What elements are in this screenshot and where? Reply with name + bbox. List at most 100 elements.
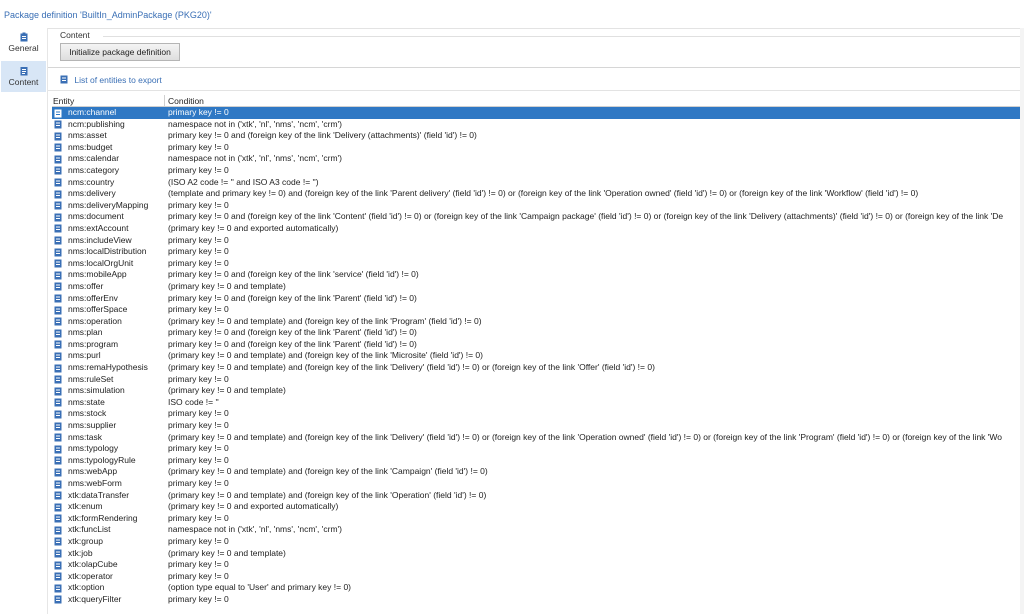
table-row[interactable]: nms:localDistribution primary key != 0 bbox=[52, 246, 1024, 258]
entity-cell: nms:operation bbox=[68, 315, 122, 326]
schema-icon bbox=[54, 271, 62, 280]
table-row[interactable]: nms:offer (primary key != 0 and template) bbox=[52, 281, 1024, 293]
condition-cell: primary key != 0 and (foreign key of the… bbox=[168, 292, 417, 303]
table-row[interactable]: nms:document primary key != 0 and (foreig… bbox=[52, 211, 1024, 223]
table-row[interactable]: nms:deliveryMapping primary key != 0 bbox=[52, 200, 1024, 212]
schema-icon bbox=[54, 422, 62, 431]
window-title: Package definition 'BuiltIn_AdminPackage… bbox=[4, 10, 212, 20]
table-row[interactable]: nms:purl (primary key != 0 and template) … bbox=[52, 350, 1024, 362]
sidebar-item-content[interactable]: Content bbox=[1, 61, 46, 92]
table-row[interactable]: ncm:channel primary key != 0 bbox=[52, 107, 1024, 119]
table-row[interactable]: nms:typologyRule primary key != 0 bbox=[52, 455, 1024, 467]
sidebar-item-label: Content bbox=[8, 77, 39, 87]
divider bbox=[103, 36, 1024, 37]
grid-rows: ncm:channel primary key != 0 ncm:publishin… bbox=[52, 107, 1024, 606]
schema-icon bbox=[54, 503, 62, 512]
condition-cell: (primary key != 0 and exported automatic… bbox=[168, 501, 339, 512]
table-row[interactable]: nms:ruleSet primary key != 0 bbox=[52, 374, 1024, 386]
entity-cell: nms:document bbox=[68, 211, 124, 222]
table-row[interactable]: nms:includeView primary key != 0 bbox=[52, 235, 1024, 247]
schema-icon bbox=[54, 561, 62, 570]
entity-cell: nms:program bbox=[68, 338, 119, 349]
condition-cell: primary key != 0 bbox=[168, 593, 229, 604]
entity-cell: xtk:dataTransfer bbox=[68, 489, 130, 500]
table-row[interactable]: nms:program primary key != 0 and (foreign… bbox=[52, 339, 1024, 351]
table-row[interactable]: nms:typology primary key != 0 bbox=[52, 443, 1024, 455]
table-row[interactable]: nms:state ISO code != '' bbox=[52, 397, 1024, 409]
schema-icon bbox=[54, 259, 62, 268]
table-row[interactable]: nms:remaHypothesis (primary key != 0 and … bbox=[52, 362, 1024, 374]
table-row[interactable]: nms:offerEnv primary key != 0 and (foreig… bbox=[52, 293, 1024, 305]
entity-cell: nms:purl bbox=[68, 350, 101, 361]
condition-cell: primary key != 0 bbox=[168, 373, 229, 384]
table-row[interactable]: nms:delivery (template and primary key !=… bbox=[52, 188, 1024, 200]
table-row[interactable]: xtk:queryFilter primary key != 0 bbox=[52, 594, 1024, 606]
table-row[interactable]: nms:category primary key != 0 bbox=[52, 165, 1024, 177]
table-row[interactable]: xtk:operator primary key != 0 bbox=[52, 571, 1024, 583]
table-row[interactable]: nms:budget primary key != 0 bbox=[52, 142, 1024, 154]
document-icon bbox=[20, 67, 27, 76]
table-row[interactable]: xtk:option (option type equal to 'User' a… bbox=[52, 582, 1024, 594]
table-row[interactable]: xtk:group primary key != 0 bbox=[52, 536, 1024, 548]
condition-cell: namespace not in ('xtk', 'nl', 'nms', 'n… bbox=[168, 153, 342, 164]
schema-icon bbox=[54, 537, 62, 546]
list-entities-link[interactable]: List of entities to export bbox=[60, 75, 162, 85]
schema-icon bbox=[54, 190, 62, 199]
entity-cell: nms:localOrgUnit bbox=[68, 257, 134, 268]
table-row[interactable]: nms:plan primary key != 0 and (foreign ke… bbox=[52, 327, 1024, 339]
schema-icon bbox=[54, 306, 62, 315]
condition-cell: (primary key != 0 and template) and (for… bbox=[168, 466, 488, 477]
table-row[interactable]: xtk:enum (primary key != 0 and exported a… bbox=[52, 501, 1024, 513]
table-row[interactable]: nms:localOrgUnit primary key != 0 bbox=[52, 258, 1024, 270]
schema-icon bbox=[54, 352, 62, 361]
schema-icon bbox=[54, 549, 62, 558]
condition-cell: (template and primary key != 0) and (for… bbox=[168, 188, 919, 199]
table-row[interactable]: xtk:olapCube primary key != 0 bbox=[52, 559, 1024, 571]
entity-cell: xtk:formRendering bbox=[68, 512, 138, 523]
divider bbox=[48, 90, 1024, 91]
column-header-condition[interactable]: Condition bbox=[168, 96, 204, 106]
column-header-entity[interactable]: Entity bbox=[53, 96, 74, 106]
list-entities-label: List of entities to export bbox=[74, 75, 162, 85]
column-separator[interactable] bbox=[164, 95, 165, 106]
table-row[interactable]: nms:asset primary key != 0 and (foreign k… bbox=[52, 130, 1024, 142]
schema-icon bbox=[54, 201, 62, 210]
vertical-scrollbar[interactable] bbox=[1020, 28, 1024, 614]
schema-icon bbox=[54, 248, 62, 257]
condition-cell: primary key != 0 bbox=[168, 570, 229, 581]
condition-cell: primary key != 0 bbox=[168, 107, 229, 117]
schema-icon bbox=[54, 178, 62, 187]
table-row[interactable]: xtk:formRendering primary key != 0 bbox=[52, 513, 1024, 525]
condition-cell: (primary key != 0 and template) bbox=[168, 385, 286, 396]
entity-cell: nms:offerSpace bbox=[68, 304, 128, 315]
condition-cell: primary key != 0 bbox=[168, 408, 229, 419]
table-row[interactable]: nms:stock primary key != 0 bbox=[52, 408, 1024, 420]
entity-cell: nms:deliveryMapping bbox=[68, 199, 149, 210]
entity-cell: nms:offerEnv bbox=[68, 292, 118, 303]
table-row[interactable]: nms:country (ISO A2 code != '' and ISO A3… bbox=[52, 177, 1024, 189]
entity-cell: nms:country bbox=[68, 176, 115, 187]
schema-icon bbox=[54, 526, 62, 535]
table-row[interactable]: nms:webForm primary key != 0 bbox=[52, 478, 1024, 490]
table-row[interactable]: nms:webApp (primary key != 0 and template… bbox=[52, 466, 1024, 478]
schema-icon bbox=[54, 480, 62, 488]
table-row[interactable]: ncm:publishing namespace not in ('xtk', '… bbox=[52, 119, 1024, 131]
table-row[interactable]: nms:offerSpace primary key != 0 bbox=[52, 304, 1024, 316]
table-row[interactable]: xtk:funcList namespace not in ('xtk', 'nl… bbox=[52, 524, 1024, 536]
initialize-package-button[interactable]: Initialize package definition bbox=[60, 43, 180, 61]
table-row[interactable]: nms:supplier primary key != 0 bbox=[52, 420, 1024, 432]
table-row[interactable]: xtk:job (primary key != 0 and template) bbox=[52, 548, 1024, 560]
sidebar-item-general[interactable]: General bbox=[1, 32, 46, 62]
table-row[interactable]: nms:task (primary key != 0 and template) … bbox=[52, 432, 1024, 444]
condition-cell: primary key != 0 bbox=[168, 420, 229, 431]
table-row[interactable]: xtk:dataTransfer (primary key != 0 and te… bbox=[52, 490, 1024, 502]
schema-icon bbox=[54, 317, 62, 326]
table-row[interactable]: nms:extAccount (primary key != 0 and expo… bbox=[52, 223, 1024, 235]
table-row[interactable]: nms:simulation (primary key != 0 and temp… bbox=[52, 385, 1024, 397]
table-row[interactable]: nms:operation (primary key != 0 and templ… bbox=[52, 316, 1024, 328]
schema-icon bbox=[54, 445, 62, 454]
entity-cell: nms:remaHypothesis bbox=[68, 362, 148, 373]
table-row[interactable]: nms:mobileApp primary key != 0 and (forei… bbox=[52, 269, 1024, 281]
table-row[interactable]: nms:calendar namespace not in ('xtk', 'nl… bbox=[52, 153, 1024, 165]
schema-icon bbox=[54, 120, 62, 129]
